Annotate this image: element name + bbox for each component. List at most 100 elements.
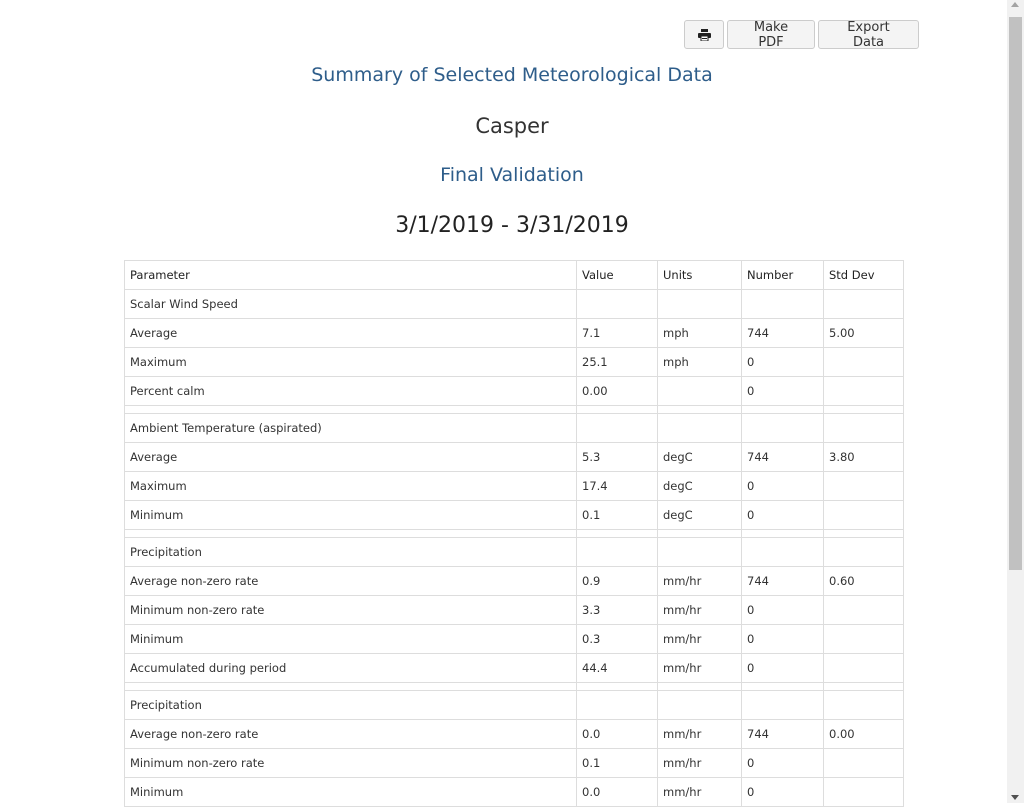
cell-number: 0 <box>741 500 824 530</box>
spacer-cell <box>657 529 742 538</box>
printer-icon <box>697 28 711 41</box>
cell-number <box>741 413 824 443</box>
date-range: 3/1/2019 - 3/31/2019 <box>395 213 629 238</box>
table-row: Minimum 0.3 mm/hr 0 <box>124 624 904 654</box>
cell-std-dev <box>823 500 904 530</box>
scroll-up-arrow-icon[interactable] <box>1011 2 1019 7</box>
cell-units <box>657 690 742 720</box>
scroll-down-arrow-icon[interactable] <box>1011 795 1019 800</box>
table-group-row: Precipitation <box>124 690 904 720</box>
cell-units <box>657 413 742 443</box>
summary-title: Summary of Selected Meteorological Data <box>311 64 713 86</box>
spacer-cell <box>657 682 742 691</box>
vertical-scrollbar[interactable] <box>1007 0 1024 803</box>
cell-std-dev <box>823 748 904 778</box>
cell-parameter: Scalar Wind Speed <box>124 289 577 319</box>
cell-std-dev <box>823 653 904 683</box>
cell-value: 0.00 <box>576 376 658 406</box>
cell-number: 744 <box>741 442 824 472</box>
toolbar: Make PDF Export Data <box>684 20 919 50</box>
cell-std-dev <box>823 289 904 319</box>
table-row: Average 5.3 degC 744 3.80 <box>124 442 904 472</box>
cell-number: 744 <box>741 318 824 348</box>
cell-number <box>741 690 824 720</box>
cell-parameter: Precipitation <box>124 537 577 567</box>
cell-std-dev <box>823 471 904 501</box>
cell-std-dev <box>823 595 904 625</box>
table-spacer-row <box>124 529 904 538</box>
cell-parameter: Percent calm <box>124 376 577 406</box>
column-header-number: Number <box>741 260 824 290</box>
table-body: Scalar Wind Speed Average 7.1 mph 744 5.00 Max… <box>124 289 904 807</box>
table-row: Minimum non-zero rate 3.3 mm/hr 0 <box>124 595 904 625</box>
cell-value: 7.1 <box>576 318 658 348</box>
export-data-button[interactable]: Export Data <box>818 20 919 50</box>
cell-value: 25.1 <box>576 347 658 377</box>
cell-value <box>576 690 658 720</box>
cell-value: 0.9 <box>576 566 658 596</box>
cell-parameter: Average <box>124 318 577 348</box>
cell-parameter: Average non-zero rate <box>124 719 577 749</box>
spacer-cell <box>124 682 577 691</box>
cell-std-dev <box>823 376 904 406</box>
table-row: Average non-zero rate 0.9 mm/hr 744 0.60 <box>124 566 904 596</box>
cell-parameter: Minimum non-zero rate <box>124 595 577 625</box>
cell-std-dev: 0.00 <box>823 719 904 749</box>
cell-number: 0 <box>741 376 824 406</box>
cell-std-dev <box>823 624 904 654</box>
table-row: Maximum 17.4 degC 0 <box>124 471 904 501</box>
column-header-units: Units <box>657 260 742 290</box>
table-row: Percent calm 0.00 0 <box>124 376 904 406</box>
make-pdf-button[interactable]: Make PDF <box>727 20 815 50</box>
cell-parameter: Ambient Temperature (aspirated) <box>124 413 577 443</box>
table-row: Minimum non-zero rate 0.1 mm/hr 0 <box>124 748 904 778</box>
cell-parameter: Precipitation <box>124 690 577 720</box>
cell-number <box>741 537 824 567</box>
cell-units: degC <box>657 500 742 530</box>
print-button[interactable] <box>684 20 724 49</box>
cell-value: 17.4 <box>576 471 658 501</box>
cell-parameter: Minimum <box>124 500 577 530</box>
cell-std-dev: 5.00 <box>823 318 904 348</box>
cell-units: mm/hr <box>657 566 742 596</box>
cell-parameter: Minimum <box>124 777 577 807</box>
column-header-std-dev: Std Dev <box>823 260 904 290</box>
table-row: Average non-zero rate 0.0 mm/hr 744 0.00 <box>124 719 904 749</box>
column-header-parameter: Parameter <box>124 260 577 290</box>
cell-parameter: Maximum <box>124 347 577 377</box>
cell-number: 744 <box>741 719 824 749</box>
spacer-cell <box>741 529 824 538</box>
cell-value: 3.3 <box>576 595 658 625</box>
table-spacer-row <box>124 682 904 691</box>
cell-units <box>657 289 742 319</box>
spacer-cell <box>823 405 904 414</box>
cell-std-dev <box>823 347 904 377</box>
cell-std-dev <box>823 777 904 807</box>
cell-parameter: Average non-zero rate <box>124 566 577 596</box>
cell-std-dev <box>823 690 904 720</box>
spacer-cell <box>576 529 658 538</box>
table-row: Accumulated during period 44.4 mm/hr 0 <box>124 653 904 683</box>
cell-parameter: Maximum <box>124 471 577 501</box>
table-row: Average 7.1 mph 744 5.00 <box>124 318 904 348</box>
spacer-cell <box>741 405 824 414</box>
cell-units: mm/hr <box>657 653 742 683</box>
table-group-row: Precipitation <box>124 537 904 567</box>
cell-value: 0.3 <box>576 624 658 654</box>
cell-units <box>657 376 742 406</box>
spacer-cell <box>576 405 658 414</box>
site-name: Casper <box>475 114 549 138</box>
cell-units: degC <box>657 471 742 501</box>
cell-units: degC <box>657 442 742 472</box>
met-data-table: Parameter Value Units Number Std Dev Sca… <box>124 260 904 807</box>
spacer-cell <box>823 529 904 538</box>
spacer-cell <box>576 682 658 691</box>
scrollbar-thumb[interactable] <box>1009 17 1022 570</box>
table-row: Maximum 25.1 mph 0 <box>124 347 904 377</box>
cell-std-dev <box>823 537 904 567</box>
cell-units: mm/hr <box>657 719 742 749</box>
cell-value <box>576 537 658 567</box>
cell-parameter: Accumulated during period <box>124 653 577 683</box>
spacer-cell <box>124 529 577 538</box>
table-spacer-row <box>124 405 904 414</box>
